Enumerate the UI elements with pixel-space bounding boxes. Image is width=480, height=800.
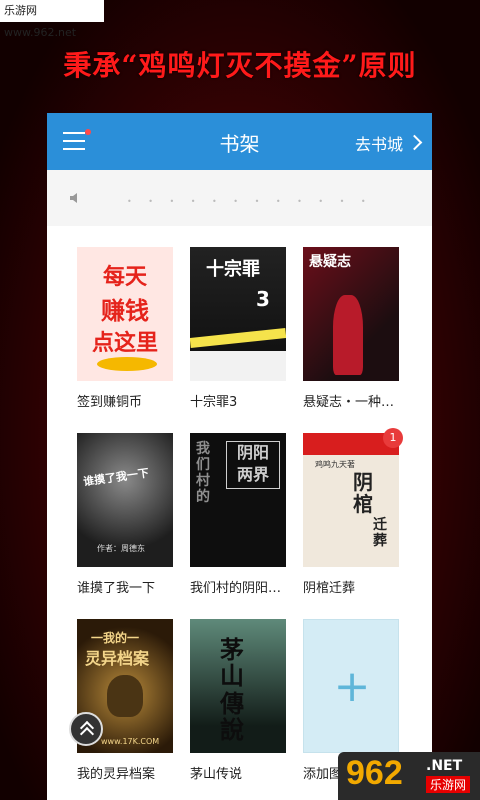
- cover-text: www.17K.COM: [101, 737, 160, 746]
- book-item[interactable]: 谁摸了我一下 作者：周德东 谁摸了我一下: [77, 433, 173, 596]
- watermark-sub: 乐游网: [426, 776, 471, 793]
- bookshelf-grid: 每天 赚钱 点这里 签到赚铜币 十宗罪 3 十宗罪3 悬疑志 悬疑志・一种… 谁…: [47, 226, 432, 800]
- cover-text: 我们村的: [196, 441, 210, 505]
- update-count-badge: 1: [383, 428, 403, 448]
- book-item[interactable]: 鸡鸣九天著 阴棺 迁葬 1 阴棺迁葬: [303, 428, 403, 596]
- app-screen: 书架 去书城 • • • • • • • • • • • • 每天 赚钱 点这里…: [47, 113, 432, 800]
- cover-text: 两界: [236, 465, 269, 484]
- cover-text: 一我的一: [91, 631, 140, 645]
- book-title: 我的灵异档案: [77, 767, 156, 782]
- book-cover[interactable]: 悬疑志: [303, 247, 399, 381]
- cover-text: 灵异档案: [85, 649, 150, 668]
- watermark-logo: 962: [346, 754, 403, 792]
- book-title: 签到赚铜币: [77, 395, 143, 410]
- cover-text: 茅山: [220, 636, 244, 690]
- site-watermark-top: 乐游网 www.962.net: [0, 0, 104, 39]
- cover-text: 阴棺: [353, 470, 373, 516]
- cover-title-box: 阴阳 两界: [226, 441, 280, 489]
- skull-decoration: [107, 675, 143, 717]
- notice-placeholder-dots: • • • • • • • • • • • •: [127, 197, 373, 206]
- speaker-icon: [70, 193, 77, 203]
- chevron-right-icon: [406, 134, 423, 151]
- cover-text: 3: [256, 287, 270, 311]
- book-title: 谁摸了我一下: [77, 581, 156, 596]
- cover-text: 阴阳: [236, 443, 269, 462]
- store-label: 去书城: [354, 135, 403, 154]
- book-item[interactable]: 悬疑志 悬疑志・一种…: [303, 247, 399, 410]
- book-item[interactable]: 十宗罪 3 十宗罪3: [190, 247, 286, 410]
- book-title: 我们村的阴阳…: [190, 581, 282, 596]
- cover-text: 十宗罪: [206, 259, 260, 280]
- add-book-cover[interactable]: +: [303, 619, 399, 753]
- cover-text: 每天: [102, 265, 147, 290]
- book-title: 悬疑志・一种…: [303, 395, 395, 410]
- cover-text: 点这里: [91, 331, 158, 356]
- cover-band: [190, 351, 286, 381]
- book-title: 阴棺迁葬: [303, 581, 356, 596]
- police-tape: [190, 328, 286, 348]
- coins-decoration: [97, 357, 157, 371]
- book-cover[interactable]: 十宗罪 3: [190, 247, 286, 381]
- book-title: 十宗罪3: [190, 395, 238, 410]
- cover-text: 谁摸了我一下: [82, 466, 150, 489]
- cover-text: 迁葬: [373, 517, 387, 549]
- book-cover[interactable]: 茅山 傳說: [190, 619, 286, 753]
- book-cover[interactable]: 每天 赚钱 点这里: [77, 247, 173, 381]
- figure-red-dress: [333, 295, 363, 375]
- book-cover[interactable]: 谁摸了我一下 作者：周德东: [77, 433, 173, 567]
- notice-bar: • • • • • • • • • • • •: [47, 170, 432, 226]
- book-cover[interactable]: 鸡鸣九天著 阴棺 迁葬: [303, 433, 399, 567]
- cover-text: 赚钱: [101, 297, 149, 325]
- plus-icon: +: [333, 661, 371, 712]
- app-bar: 书架 去书城: [47, 113, 432, 170]
- watermark-net: .NET: [426, 758, 463, 774]
- book-item[interactable]: 阴阳 两界 我们村的 我们村的阴阳…: [190, 433, 286, 596]
- cover-text: 作者：周德东: [97, 544, 145, 553]
- cover-text: 傳說: [220, 690, 244, 744]
- book-cover[interactable]: 阴阳 两界 我们村的: [190, 433, 286, 567]
- go-to-store-link[interactable]: 去书城: [354, 131, 423, 155]
- cover-text: 鸡鸣九天著: [315, 460, 355, 469]
- site-watermark-bottom: 962 .NET 乐游网: [338, 752, 480, 800]
- promo-headline: 秉承“鸡鸣灯灭不摸金”原则: [63, 49, 417, 82]
- cover-text: 悬疑志: [309, 254, 351, 270]
- book-title: 茅山传说: [190, 767, 243, 782]
- scroll-to-top-button[interactable]: [69, 712, 103, 746]
- book-item[interactable]: 茅山 傳說 茅山传说: [190, 619, 286, 782]
- book-item[interactable]: 一我的一 灵异档案 www.17K.COM 我的灵异档案: [77, 619, 173, 782]
- book-item[interactable]: 每天 赚钱 点这里 签到赚铜币: [77, 247, 173, 410]
